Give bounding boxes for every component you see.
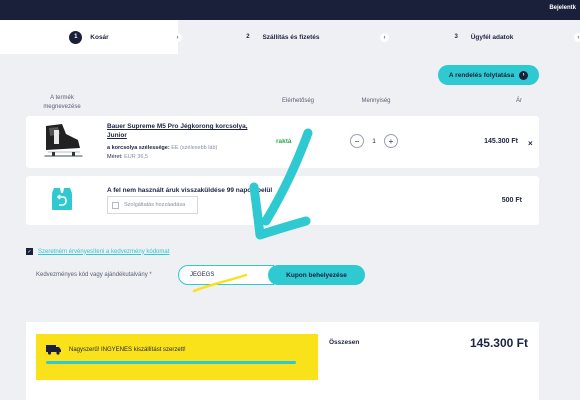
step-number: 1 xyxy=(69,30,83,44)
top-bar: Bejelentk xyxy=(0,0,580,20)
login-link[interactable]: Bejelentk xyxy=(549,5,576,11)
skate-product-image[interactable] xyxy=(40,122,86,162)
truck-icon xyxy=(46,345,61,355)
step-label: Kosár xyxy=(90,33,109,41)
coupon-field-label: Kedvezményes kód vagy ajándékutalvány * xyxy=(36,272,152,278)
size-attribute: Méret: EUR 36,5 xyxy=(107,154,148,160)
annotation-arrow xyxy=(192,128,313,293)
chevron-right-icon: › xyxy=(519,70,529,80)
add-service-checkbox[interactable]: Szolgáltatás hozzáadása xyxy=(107,196,198,214)
size-label: Méret: xyxy=(107,154,123,160)
step-label: Ügyfél adatok xyxy=(470,33,514,41)
step-number: 3 xyxy=(454,34,458,40)
continue-order-label: A rendelés folytatása xyxy=(448,71,515,79)
step-customer-data[interactable]: 3 Ügyfél adatok xyxy=(383,20,580,54)
size-value: EUR 36,5 xyxy=(124,154,148,160)
free-shipping-text: Nagyszerű! INGYENES kiszállítást szerzet… xyxy=(69,347,186,353)
quantity-value[interactable]: 1 xyxy=(370,138,378,145)
coupon-toggle[interactable]: ✓ Szeretném érvényesíteni a kedvezmény k… xyxy=(26,248,169,255)
total-value: 145.300 Ft xyxy=(469,336,528,350)
step-label: Szállítás és fizetés xyxy=(262,33,320,41)
continue-order-button[interactable]: A rendelés folytatása › xyxy=(438,65,539,85)
column-header-price: Ár xyxy=(516,98,522,104)
checkbox-icon xyxy=(112,201,119,209)
decrease-quantity-button[interactable]: − xyxy=(350,134,364,148)
free-shipping-banner xyxy=(36,334,318,380)
return-service-price: 500 Ft xyxy=(501,197,522,204)
checkout-steps: 1 Kosár › 2 Szállítás és fizetés › 3 Ügy… xyxy=(0,20,580,54)
width-label: a korcsolya szélessége: xyxy=(107,145,170,151)
column-header-product: A termék megnevezése xyxy=(43,95,81,110)
item-price: 145.300 Ft xyxy=(484,138,518,145)
checkbox-checked-icon: ✓ xyxy=(26,248,33,255)
return-box-icon xyxy=(52,188,72,210)
free-shipping-progress xyxy=(46,361,296,364)
step-cart[interactable]: 1 Kosár xyxy=(0,20,178,54)
column-header-availability: Elérhetőség xyxy=(281,98,315,104)
increase-quantity-button[interactable]: + xyxy=(384,134,398,148)
step-number: 2 xyxy=(246,34,250,40)
add-service-label: Szolgáltatás hozzáadása xyxy=(124,202,186,208)
total-label: Összesen xyxy=(329,339,360,346)
quantity-stepper: − 1 + xyxy=(350,134,398,148)
remove-item-icon[interactable]: × xyxy=(528,139,533,148)
column-header-quantity: Mennyiség xyxy=(361,98,391,104)
step-shipping[interactable]: 2 Szállítás és fizetés xyxy=(178,20,383,54)
coupon-toggle-label: Szeretném érvényesíteni a kedvezmény kód… xyxy=(38,248,170,255)
chevron-right-icon: › xyxy=(574,33,580,42)
